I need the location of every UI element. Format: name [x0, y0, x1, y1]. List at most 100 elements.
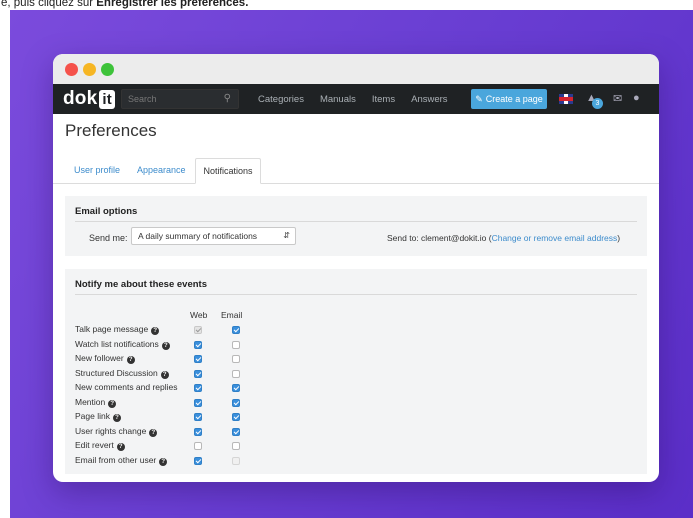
event-label-text: New follower [75, 353, 124, 363]
email-checkbox[interactable] [232, 413, 240, 421]
email-checkbox[interactable] [232, 427, 240, 436]
send-me-value: A daily summary of notifications [138, 231, 258, 241]
create-page-label: Create a page [485, 94, 543, 104]
window-chrome [53, 54, 659, 84]
nav-link-manuals[interactable]: Manuals [320, 94, 356, 105]
purple-background: dok it Search ⚲ Categories Manuals Items … [10, 10, 693, 518]
event-row: User rights change? [75, 426, 275, 440]
web-checkbox[interactable] [194, 384, 202, 392]
maximize-window-button[interactable] [101, 63, 114, 76]
browser-window: dok it Search ⚲ Categories Manuals Items … [53, 54, 659, 482]
logo-box: it [99, 89, 115, 109]
email-options-title: Email options [75, 206, 138, 217]
event-label: Talk page message? [75, 324, 160, 335]
question-circle-icon[interactable]: ? [151, 327, 160, 335]
event-label: Email from other user? [75, 454, 168, 466]
nav-links: Categories Manuals Items Answers [258, 84, 464, 114]
minimize-window-button[interactable] [83, 63, 96, 76]
tab-notifications[interactable]: Notifications [195, 158, 261, 184]
question-circle-icon[interactable]: ? [160, 370, 169, 379]
question-circle-icon[interactable]: ? [126, 356, 135, 364]
column-email-header: Email [221, 310, 243, 320]
create-page-button[interactable]: ✎ Create a page [471, 89, 547, 109]
question-circle-icon[interactable]: ? [112, 414, 121, 422]
web-checkbox[interactable] [194, 369, 202, 378]
web-checkbox[interactable] [194, 427, 202, 436]
event-label: User rights change? [75, 425, 158, 437]
search-icon[interactable]: ⚲ [224, 93, 231, 104]
event-row: Talk page message? [75, 324, 275, 338]
event-label: Edit revert? [75, 440, 125, 451]
email-checkbox[interactable] [232, 384, 240, 392]
event-label: New comments and replies [75, 382, 178, 392]
event-label: Watch list notifications? [75, 339, 170, 350]
column-web-header: Web [190, 310, 208, 320]
event-row: Email from other user? [75, 455, 275, 469]
caption-prefix: e, puis cliquez sur [1, 0, 97, 9]
web-checkbox[interactable] [194, 413, 202, 421]
search-input[interactable]: Search ⚲ [121, 89, 239, 109]
event-row: Edit revert? [75, 440, 275, 454]
event-label: Page link? [75, 411, 121, 422]
web-checkbox[interactable] [194, 340, 202, 349]
question-circle-icon[interactable]: ? [159, 457, 168, 466]
event-label-text: Page link [75, 411, 110, 421]
event-label-text: Structured Discussion [75, 367, 158, 378]
send-me-label: Send me: [89, 233, 128, 243]
uk-flag-icon[interactable] [559, 94, 573, 104]
email-checkbox[interactable] [232, 442, 240, 450]
email-checkbox[interactable] [232, 398, 240, 407]
nav-link-answers[interactable]: Answers [411, 94, 447, 105]
event-row: New comments and replies [75, 382, 275, 396]
close-window-button[interactable] [65, 63, 78, 76]
event-label: Structured Discussion? [75, 368, 169, 379]
logo-text: dok [63, 88, 98, 109]
event-label-text: New comments and replies [75, 382, 178, 392]
pencil-icon: ✎ [475, 93, 483, 104]
tab-user-profile[interactable]: User profile [74, 165, 120, 175]
change-email-link[interactable]: Change or remove email address [492, 233, 618, 243]
question-circle-icon[interactable]: ? [161, 341, 170, 350]
web-checkbox[interactable] [194, 456, 202, 465]
send-me-select[interactable]: A daily summary of notifications ⇵ [131, 227, 296, 245]
event-row: Structured Discussion? [75, 368, 275, 382]
dokit-logo[interactable]: dok it [63, 88, 115, 110]
event-label-text: Talk page message [75, 324, 149, 334]
web-checkbox [194, 326, 202, 334]
email-checkbox[interactable] [232, 326, 240, 334]
event-label: Mention? [75, 396, 117, 408]
search-placeholder: Search [128, 94, 157, 104]
event-label-text: Watch list notifications [75, 338, 159, 349]
web-checkbox[interactable] [194, 442, 202, 450]
send-to-address: clement@dokit.io [421, 233, 487, 243]
event-label-text: User rights change [75, 425, 147, 436]
web-checkbox[interactable] [194, 355, 202, 363]
web-checkbox[interactable] [194, 398, 202, 407]
question-circle-icon[interactable]: ? [116, 443, 125, 451]
notification-badge: 3 [592, 98, 603, 109]
question-circle-icon[interactable]: ? [108, 399, 117, 408]
email-checkbox [232, 456, 240, 465]
caption-emphasis: Enregistrer les préférences. [96, 0, 249, 9]
event-label-text: Email from other user [75, 454, 157, 465]
email-checkbox[interactable] [232, 369, 240, 378]
email-checkbox[interactable] [232, 355, 240, 363]
email-options-section: Email options Send me: A daily summary o… [65, 196, 647, 256]
event-row: New follower? [75, 353, 275, 367]
instruction-caption: e, puis cliquez sur Enregistrer les préf… [0, 0, 693, 10]
tab-appearance[interactable]: Appearance [137, 165, 186, 175]
up-down-chevron-icon: ⇵ [283, 231, 290, 240]
nav-link-categories[interactable]: Categories [258, 94, 304, 105]
notify-events-section: Notify me about these events Web Email T… [65, 269, 647, 474]
email-checkbox[interactable] [232, 340, 240, 349]
section-divider [75, 221, 637, 222]
nav-link-items[interactable]: Items [372, 94, 395, 105]
event-row: Watch list notifications? [75, 339, 275, 353]
mail-icon[interactable]: ✉ [613, 92, 622, 105]
notify-events-title: Notify me about these events [75, 279, 207, 290]
question-circle-icon[interactable]: ? [149, 428, 158, 437]
event-label-text: Mention [75, 396, 106, 407]
section-divider [75, 294, 637, 295]
user-icon[interactable]: ● [633, 92, 640, 104]
send-to-info: Send to: clement@dokit.io (Change or rem… [387, 233, 621, 243]
